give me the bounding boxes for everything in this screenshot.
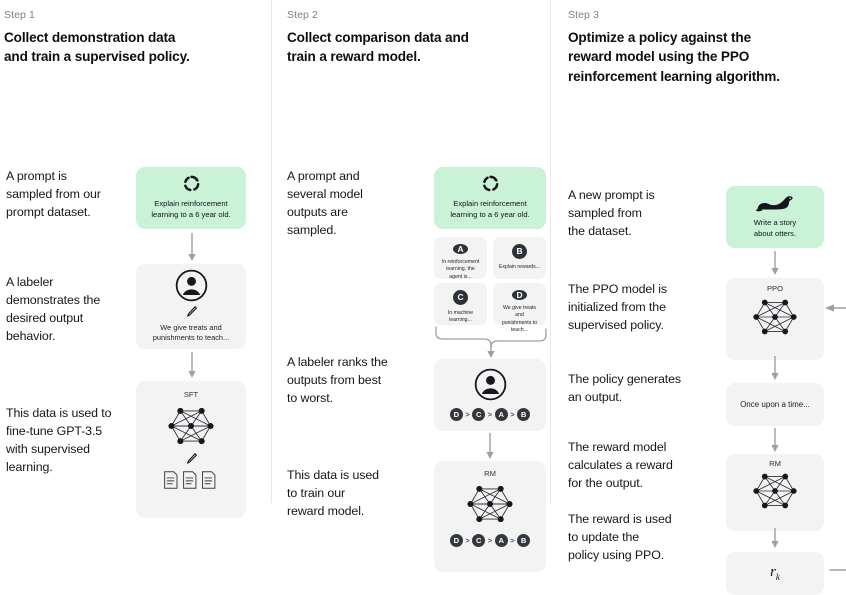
step-3-output-box[interactable]: Once upon a time... [726,382,824,426]
step-3-desc-3: The policy generates an output. [568,371,682,404]
step-3-prompt-box[interactable]: Write a story about otters. [726,185,824,248]
step-3-desc-2: The PPO model is initialized from the su… [568,281,667,333]
neural-network-icon [463,480,517,528]
option-badge-d: D [512,289,527,300]
step-2-title: Collect comparison data and train a rewa… [287,30,469,65]
step-1-column: Step 1 Collect demonstration data and tr… [0,0,271,518]
otter-icon [755,194,795,212]
rank-item-3: A [494,533,508,547]
person-circle-icon [474,368,507,401]
documents-icon [163,470,219,490]
step-1-arrow-1 [187,232,197,263]
step-2-brace-arrow [432,325,550,360]
option-text-a: In reinforcement learning, the agent is.… [441,258,480,280]
step-2-option-card-b[interactable]: B Explain rewards... [493,236,546,279]
neural-network-icon [749,468,801,514]
step-3-reward-symbol: rk [770,564,780,582]
step-2-rm-ranking: D > C > A > B [449,533,531,547]
step-3-arrow-2 [770,355,780,382]
step-2-rm-tag: RM [484,468,496,478]
rank-item-2: C [472,408,486,422]
rank-sep: > [487,535,493,545]
step-2-option-card-d[interactable]: D We give treats and punishments to teac… [493,282,546,333]
person-circle-icon [175,269,208,302]
step-2-desc-1: A prompt and several model outputs are s… [287,168,363,237]
dashed-circle-icon [182,174,201,193]
rank-item-1: D [449,408,463,422]
step-3-desc-4: The reward model calculates a reward for… [568,439,673,491]
step-3-arrow-3 [770,427,780,454]
rank-item-4: B [517,408,531,422]
step-1-desc-3: This data is used to fine-tune GPT-3.5 w… [6,405,112,474]
step-2-labeler-rank-box[interactable]: D > C > A > B [434,358,546,431]
step-3-column: Step 3 Optimize a policy against the rew… [550,0,846,595]
step-3-desc-5: The reward is used to update the policy … [568,511,672,563]
rank-item-3: A [494,408,508,422]
rank-sep: > [510,535,515,545]
step-1-labeler-box[interactable]: We give treats and punishments to teach.… [136,263,246,349]
rank-item-2: C [472,533,486,547]
step-2-label: Step 2 [287,9,318,21]
step-2-prompt-caption: Explain reinforcement learning to a 6 ye… [450,199,530,220]
step-3-output-caption: Once upon a time... [740,399,810,409]
option-badge-a: A [453,243,468,254]
step-2-desc-2: A labeler ranks the outputs from best to… [287,354,388,405]
rank-sep: > [510,410,515,420]
rank-item-1: D [449,533,463,547]
step-1-title: Collect demonstration data and train a s… [4,30,190,65]
step-3-desc-1: A new prompt is sampled from the dataset… [568,187,655,239]
option-text-b: Explain rewards... [498,263,541,270]
dashed-circle-icon [481,174,500,193]
step-2-prompt-box[interactable]: Explain reinforcement learning to a 6 ye… [434,166,546,229]
step-2-desc-3: This data is used to train our reward mo… [287,467,379,518]
pencil-icon [185,305,198,319]
step-3-prompt-caption: Write a story about otters. [753,218,797,238]
step-3-rm-box[interactable]: RM [726,453,824,531]
rank-item-4: B [517,533,531,547]
rank-sep: > [465,535,470,545]
option-text-c: In machine learning... [447,309,474,324]
step-3-arrow-4 [770,527,780,550]
step-2-labeler-ranking: D > C > A > B [449,408,531,422]
neural-network-icon [749,294,801,340]
step-1-sft-box[interactable]: SFT [136,380,246,518]
reward-subscript: k [775,572,780,583]
step-2-arrow-2 [485,432,495,461]
step-3-label: Step 3 [568,9,599,21]
option-badge-c: C [453,289,468,305]
pencil-icon [185,452,198,466]
step-3-title: Optimize a policy against the reward mod… [568,30,780,84]
step-3-reward-box[interactable]: rk [726,551,824,595]
rank-sep: > [487,410,493,420]
rank-sep: > [465,410,470,420]
step-2-option-card-a[interactable]: A In reinforcement learning, the agent i… [434,236,487,280]
step-1-label: Step 1 [4,9,35,21]
step-2-rm-box[interactable]: RM D > C > A > B [434,460,546,572]
option-badge-b: B [512,243,527,259]
step-3-ppo-box[interactable]: PPO [726,277,824,360]
step-3-ppo-tag: PPO [766,283,784,293]
neural-network-icon [164,402,218,450]
step-2-column: Step 2 Collect comparison data and train… [271,0,550,572]
step-1-arrow-2 [187,351,197,380]
step-1-prompt-box[interactable]: Explain reinforcement learning to a 6 ye… [136,166,246,229]
step-1-sft-tag: SFT [183,389,199,399]
step-3-rm-tag: RM [769,458,781,468]
step-2-option-card-c[interactable]: C In machine learning... [434,282,487,325]
step-1-prompt-caption: Explain reinforcement learning to a 6 ye… [151,199,231,220]
step-1-desc-2: A labeler demonstrates the desired outpu… [6,274,101,343]
reward-to-ppo-loop-arrow [820,296,846,579]
step-1-labeler-caption: We give treats and punishments to teach.… [152,322,230,343]
rlhf-diagram: Step 1 Collect demonstration data and tr… [0,0,846,595]
step-1-desc-1: A prompt is sampled from our prompt data… [6,168,101,219]
step-3-arrow-1 [770,250,780,277]
